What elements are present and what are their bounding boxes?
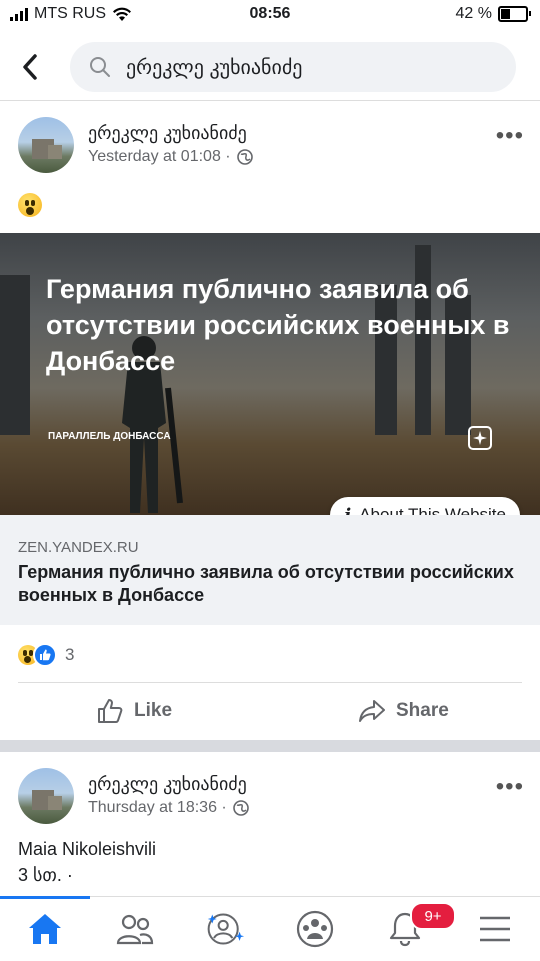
back-arrow-icon[interactable] [18,52,44,82]
like-label: Like [134,700,173,721]
avatar[interactable] [18,768,74,824]
battery-percent: 42 % [455,5,492,22]
share-label: Share [396,700,449,721]
reaction-summary[interactable]: 3 [18,643,74,667]
search-icon [90,57,110,77]
tab-groups[interactable] [295,910,335,948]
share-button[interactable]: Share [358,698,449,724]
post-text-line: Maia Nikoleishvili [18,839,157,859]
globe-icon [236,149,253,165]
search-header: ერეკლე კუხიანიძე [0,36,540,101]
globe-icon [232,800,249,816]
search-query: ერეკლე კუხიანიძე [126,56,303,79]
link-preview-image[interactable]: Германия публично заявила об отсутствии … [0,233,540,515]
tab-menu[interactable] [475,911,515,947]
tab-profile[interactable] [205,911,245,947]
groups-icon [296,910,334,948]
profile-sparkle-icon [207,913,245,945]
link-info[interactable]: ZEN.YANDEX.RU Германия публично заявила … [0,515,540,625]
tab-home[interactable] [25,911,65,947]
post-meta: Thursday at 18:36 · [88,799,249,817]
post-author[interactable]: ერეკლე კუხიანიძე [88,123,247,144]
friends-icon [116,914,154,945]
menu-icon [480,916,510,942]
search-input[interactable]: ერეკლე კუხიანიძე [70,42,516,92]
more-options-icon[interactable]: ••• [496,122,524,150]
post-meta: Yesterday at 01:08 · [88,148,253,166]
preview-source-tag: ПАРАЛЛЕЛЬ ДОНБАССА [48,431,171,442]
notifications-badge: 9+ [410,902,456,930]
wow-emoji-icon [18,193,42,222]
battery-icon [498,6,531,22]
preview-headline: Германия публично заявила об отсутствии … [46,274,510,376]
sparkle-icon [468,426,492,450]
bottom-tab-bar [0,896,540,961]
status-bar: MTS RUS 08:56 42 % [0,0,540,32]
tab-friends[interactable] [115,911,155,947]
post-time[interactable]: Yesterday at 01:08 · [88,148,231,166]
link-title: Германия публично заявила об отсутствии … [18,562,514,605]
post-actions: Like Share [0,690,540,734]
post-author[interactable]: ერეკლე კუხიანიძე [88,774,247,795]
post-separator [0,740,540,752]
like-icon [98,699,123,723]
like-reaction-icon [33,643,57,667]
avatar[interactable] [18,117,74,173]
active-tab-indicator [0,896,90,899]
like-button[interactable]: Like [96,698,172,724]
post-time[interactable]: Thursday at 18:36 · [88,799,227,817]
divider [18,682,522,683]
share-icon [359,700,385,722]
home-icon [29,914,61,944]
more-options-icon[interactable]: ••• [496,773,524,801]
reaction-count: 3 [65,645,75,664]
post-text-line: 3 სთ. · [18,865,73,885]
link-domain: ZEN.YANDEX.RU [18,539,139,556]
